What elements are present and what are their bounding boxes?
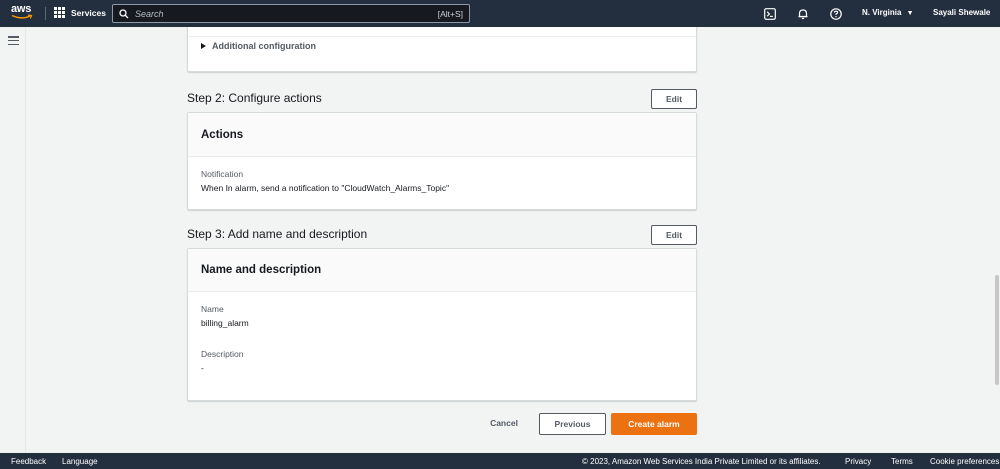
user-menu[interactable]: Sayali Shewale (933, 8, 990, 17)
step3-edit-button[interactable]: Edit (651, 225, 697, 245)
name-description-card: Name and description Name billing_alarm … (187, 248, 697, 401)
privacy-link[interactable]: Privacy (845, 457, 871, 466)
actions-card-header: Actions (188, 113, 696, 157)
search-input[interactable] (135, 8, 438, 19)
feedback-link[interactable]: Feedback (11, 457, 46, 466)
create-alarm-button[interactable]: Create alarm (611, 413, 697, 435)
step1-card: Additional configuration (187, 27, 697, 72)
additional-configuration-label: Additional configuration (212, 41, 316, 51)
notification-label: Notification (201, 169, 244, 179)
search-icon (119, 8, 129, 18)
scrollbar-thumb[interactable] (995, 275, 999, 385)
previous-button[interactable]: Previous (539, 413, 606, 435)
nav-divider (45, 7, 46, 20)
services-menu-button[interactable]: Services (54, 7, 106, 18)
name-description-card-header: Name and description (188, 249, 696, 292)
region-label: N. Virginia (862, 8, 902, 17)
caret-right-icon (201, 43, 206, 49)
additional-configuration-toggle[interactable]: Additional configuration (201, 41, 316, 51)
menu-hamburger-icon[interactable] (8, 36, 19, 46)
page-footer: Feedback Language © 2023, Amazon Web Ser… (0, 453, 1000, 469)
description-value: - (201, 363, 204, 373)
services-label: Services (71, 7, 106, 18)
cookie-preferences-link[interactable]: Cookie preferences (930, 457, 999, 466)
step3-title: Step 3: Add name and description (187, 227, 368, 241)
notifications-bell-icon[interactable] (796, 7, 809, 20)
help-icon[interactable] (829, 7, 842, 20)
page-scrollbar[interactable] (994, 27, 1000, 453)
language-link[interactable]: Language (62, 457, 98, 466)
user-name: Sayali Shewale (933, 8, 991, 17)
name-value: billing_alarm (201, 318, 249, 328)
search-bar[interactable]: [Alt+S] (112, 4, 470, 23)
step2-edit-button[interactable]: Edit (651, 89, 697, 109)
name-label: Name (201, 304, 224, 314)
cancel-button[interactable]: Cancel (481, 413, 527, 433)
region-selector[interactable]: N. Virginia ▼ (862, 8, 914, 17)
caret-down-icon: ▼ (906, 10, 914, 17)
main-content: Additional configuration Step 2: Configu… (26, 27, 1000, 453)
side-navigation (0, 27, 26, 453)
terms-link[interactable]: Terms (891, 457, 913, 466)
search-shortcut-hint: [Alt+S] (437, 8, 463, 19)
notification-value: When In alarm, send a notification to "C… (201, 183, 450, 193)
description-label: Description (201, 349, 244, 359)
cloudshell-icon[interactable] (763, 7, 776, 20)
step2-title: Step 2: Configure actions (187, 91, 322, 105)
aws-logo[interactable]: aws (11, 4, 35, 23)
services-grid-icon (54, 7, 65, 18)
copyright-text: © 2023, Amazon Web Services India Privat… (582, 457, 821, 466)
actions-card: Actions Notification When In alarm, send… (187, 112, 697, 210)
top-navigation-bar: aws Services [Alt+S] (0, 0, 1000, 27)
